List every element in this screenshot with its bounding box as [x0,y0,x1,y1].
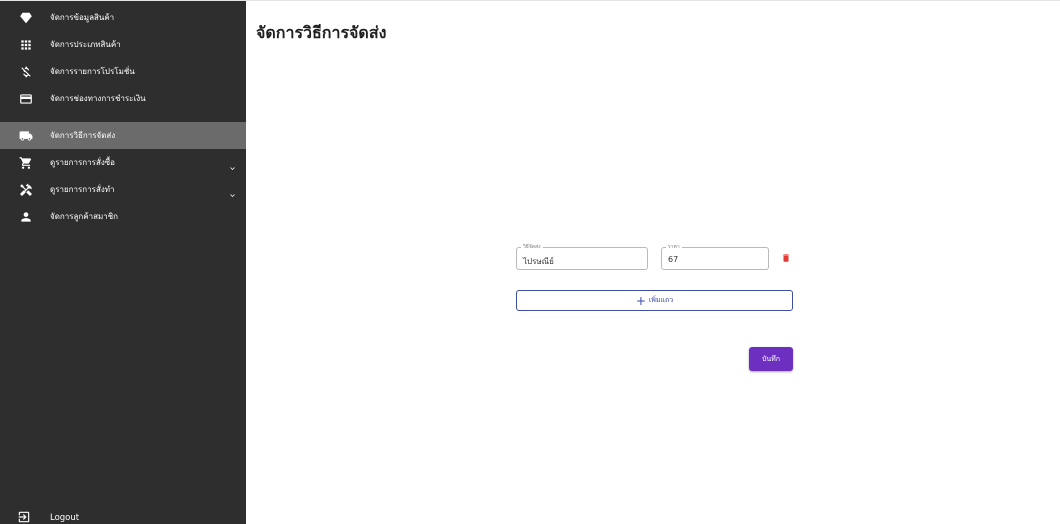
delete-row-button[interactable] [779,250,793,266]
sidebar-item-label: จัดการข้อมูลสินค้า [50,13,115,22]
diamond-icon [19,11,33,25]
cart-icon [19,156,33,170]
app-root: จัดการข้อมูลสินค้า จัดการประเภทสินค้า จั… [0,0,1060,524]
sidebar-item-label: จัดการวิธีการจัดส่ง [50,131,116,140]
sidebar-item-orders[interactable]: ดูรายการการสั่งซื้อ [0,149,246,176]
price-legend: ราคา [666,243,682,251]
logout-button[interactable]: Logout [0,507,246,524]
sidebar-item-label: ดูรายการการสั่งทำ [50,185,115,194]
price-field[interactable]: ราคา 67 [661,243,769,270]
person-icon [19,210,33,224]
trash-icon [783,254,789,262]
sidebar-item-promotions[interactable]: จัดการรายการโปรโมชั่น [0,58,246,85]
sidebar-item-label: จัดการประเภทสินค้า [50,40,121,49]
money-off-icon [19,65,33,79]
save-button[interactable]: บันทึก [749,347,793,371]
sidebar-item-products[interactable]: จัดการข้อมูลสินค้า [0,4,246,31]
sidebar-item-label: จัดการลูกค้าสมาชิก [50,212,119,221]
plus-icon: + [635,293,646,308]
sidebar-item-custom-orders[interactable]: ดูรายการการสั่งทำ [0,176,246,203]
sidebar-item-shipping-methods[interactable]: จัดการวิธีการจัดส่ง [0,122,246,149]
sidebar-item-label: ดูรายการการสั่งซื้อ [50,158,115,167]
shipping-method-legend: วิธีจัดส่ง [521,243,543,251]
sidebar-item-product-types[interactable]: จัดการประเภทสินค้า [0,31,246,58]
sidebar-item-members[interactable]: จัดการลูกค้าสมาชิก [0,203,246,230]
add-row-button[interactable]: + เพิ่มแถว [516,290,793,311]
sidebar-item-label: จัดการช่องทางการชำระเงิน [50,94,146,103]
truck-icon [19,129,33,143]
grid-icon [19,38,33,52]
sidebar: จัดการข้อมูลสินค้า จัดการประเภทสินค้า จั… [0,1,246,524]
tools-icon [19,183,33,197]
add-row-label: เพิ่มแถว [648,296,674,304]
logout-label: Logout [50,513,80,523]
chevron-down-icon[interactable] [228,158,237,170]
sidebar-item-label: จัดการรายการโปรโมชั่น [50,67,135,76]
shipping-method-value: ไปรษณีย์ [523,257,554,266]
chevron-down-icon[interactable] [228,185,237,197]
page-title: จัดการวิธีการจัดส่ง [256,23,387,42]
credit-card-icon [19,92,33,106]
price-value: 67 [668,255,679,264]
shipping-method-field[interactable]: วิธีจัดส่ง ไปรษณีย์ [516,243,648,270]
logout-icon [17,510,31,524]
sidebar-item-payment-channels[interactable]: จัดการช่องทางการชำระเงิน [0,85,246,112]
